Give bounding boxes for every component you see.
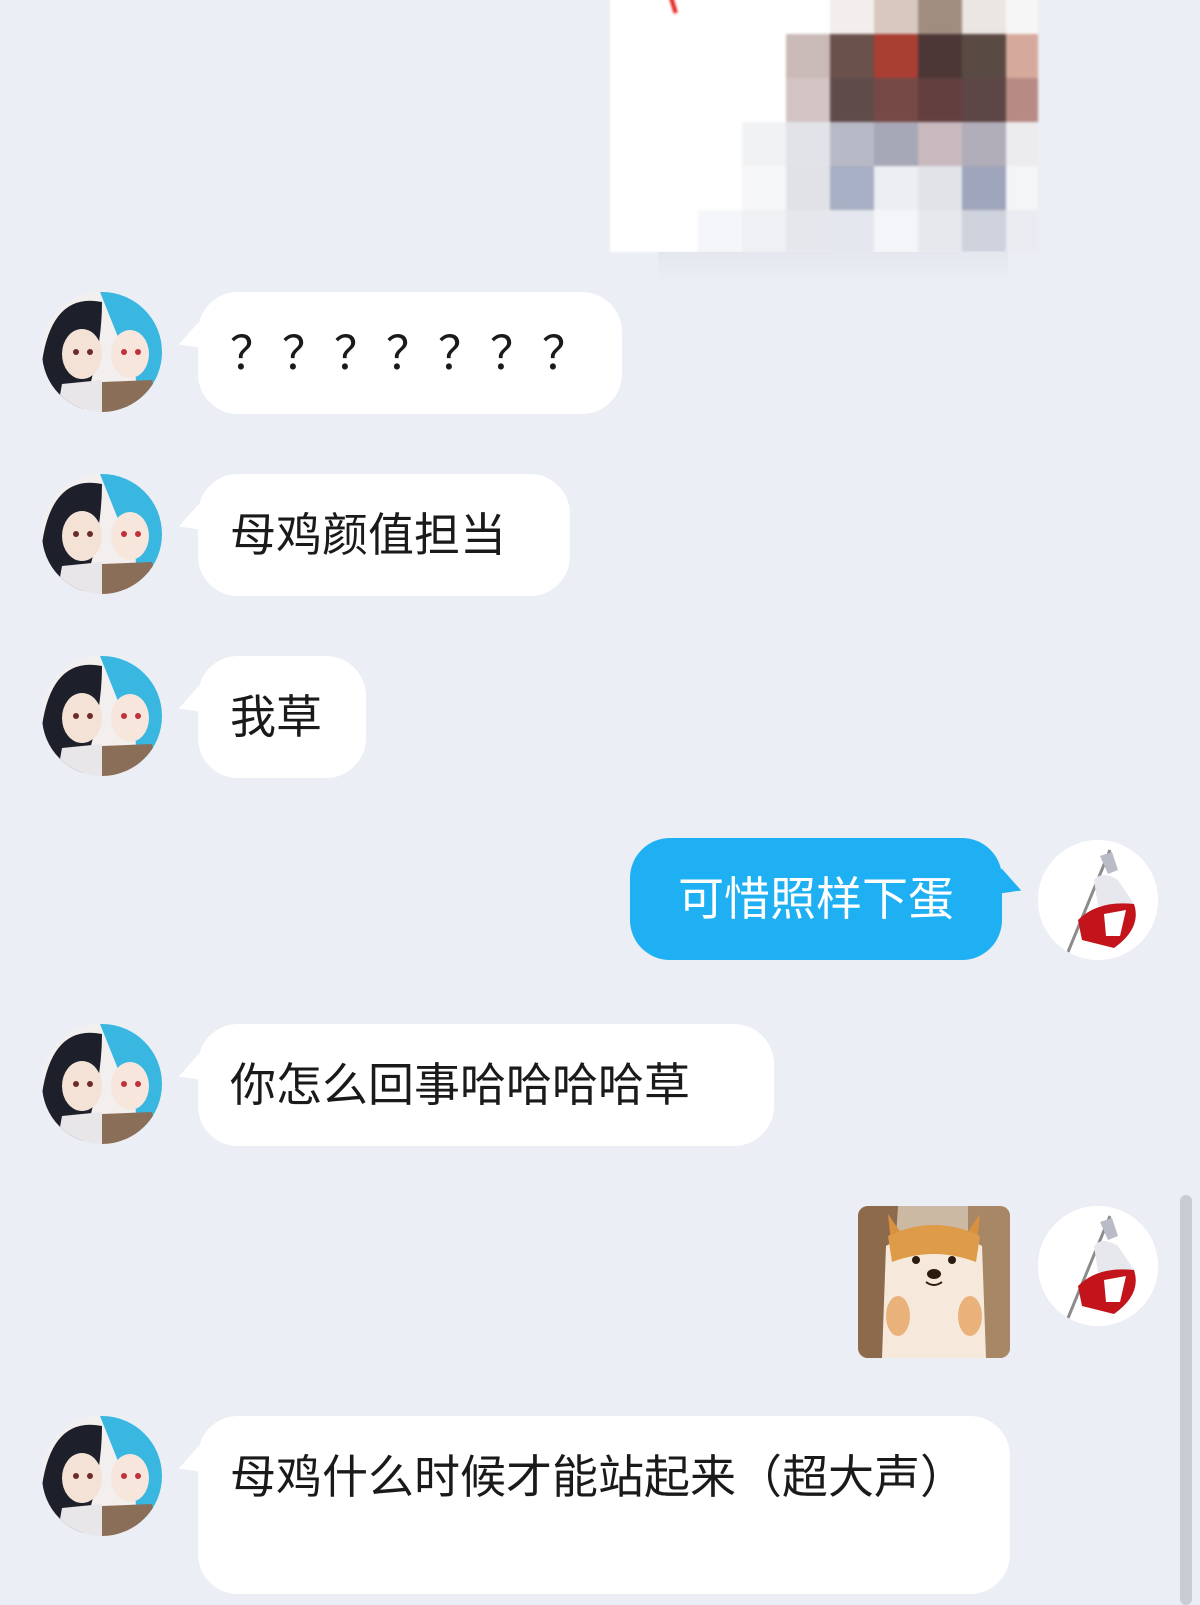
mosaic-cell [918,210,962,252]
mosaic-cell [786,34,830,78]
mosaic-cell [1006,210,1038,252]
mosaic-cell [962,0,1006,34]
other-user-avatar[interactable] [42,292,162,412]
other-user-avatar[interactable] [42,1416,162,1536]
mosaic-cell [874,34,918,78]
incoming-message-bubble[interactable]: ？？？？？？？ [198,292,622,414]
incoming-message-bubble[interactable]: 你怎么回事哈哈哈哈草 [198,1024,774,1146]
mosaic-cell [786,166,830,210]
self-avatar[interactable] [1038,1206,1158,1326]
mosaic-cell [742,210,786,252]
mosaic-cell [830,122,874,166]
message-text: ？？？？？？？ [230,326,594,380]
shiba-dog-sticker[interactable] [858,1206,1010,1358]
mosaic-cell [742,122,786,166]
incoming-message-bubble[interactable]: 母鸡什么时候才能站起来（超大声） [198,1416,1010,1594]
other-user-avatar[interactable] [42,474,162,594]
mosaic-cell [830,0,874,34]
mosaic-cell [962,78,1006,122]
mosaic-cell [874,210,918,252]
mosaic-cell [830,210,874,252]
mosaic-cell [918,34,962,78]
mosaic-cell [874,78,918,122]
mosaic-cell [742,34,786,78]
mosaic-cell [1006,34,1038,78]
shared-image-mosaic[interactable]: 下一话揭 [610,0,1038,252]
mosaic-cell [830,166,874,210]
incoming-message-bubble[interactable]: 我草 [198,656,366,778]
mosaic-cell [786,78,830,122]
mosaic-cell [1006,0,1038,34]
mosaic-cell [698,210,742,252]
message-text: 母鸡什么时候才能站起来（超大声） [230,1450,966,1504]
mosaic-cell [918,166,962,210]
scrollbar[interactable] [1180,1195,1192,1605]
mosaic-cell [698,78,742,122]
mosaic-cell [698,166,742,210]
mosaic-cell [874,122,918,166]
mosaic-cell [786,0,830,34]
mosaic-cell [918,122,962,166]
mosaic-cell [962,34,1006,78]
mosaic-cell [918,0,962,34]
mosaic-cell [918,78,962,122]
mosaic-cell [830,78,874,122]
message-text: 母鸡颜值担当 [230,508,506,562]
message-text: 我草 [230,690,322,744]
mosaic-grid [698,0,1038,252]
mosaic-cell [962,210,1006,252]
mosaic-cell [742,78,786,122]
mosaic-cell [830,34,874,78]
mosaic-cell [1006,122,1038,166]
mosaic-cell [742,0,786,34]
mosaic-cell [742,166,786,210]
self-avatar[interactable] [1038,840,1158,960]
outgoing-message-bubble[interactable]: 可惜照样下蛋 [630,838,1002,960]
mosaic-cell [786,210,830,252]
message-text: 你怎么回事哈哈哈哈草 [230,1058,690,1112]
mosaic-cell [962,122,1006,166]
mosaic-cell [1006,166,1038,210]
other-user-avatar[interactable] [42,656,162,776]
mosaic-cell [962,166,1006,210]
chat-message-list[interactable]: 下一话揭 ？？？？？？？ [0,0,1200,1605]
image-shadow [658,252,1008,282]
message-text: 可惜照样下蛋 [678,872,954,926]
mosaic-cell [786,122,830,166]
mosaic-cell [698,34,742,78]
other-user-avatar[interactable] [42,1024,162,1144]
mosaic-cell [874,166,918,210]
incoming-message-bubble[interactable]: 母鸡颜值担当 [198,474,570,596]
mosaic-cell [1006,78,1038,122]
mosaic-cell [874,0,918,34]
mosaic-cell [698,122,742,166]
